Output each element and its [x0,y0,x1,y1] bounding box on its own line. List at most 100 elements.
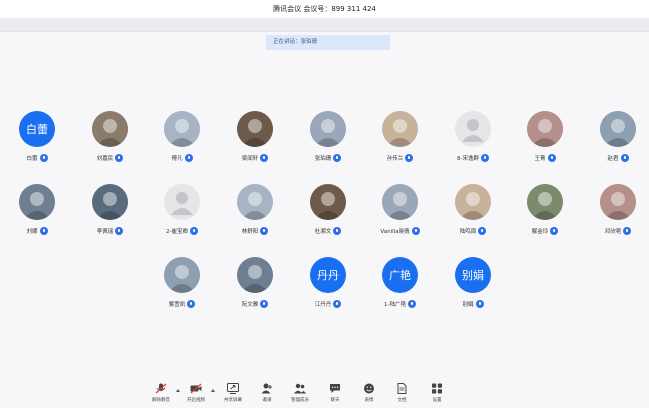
chat-button[interactable]: 聊天 [318,383,352,407]
participant-avatar: 别娟 [455,257,491,293]
participant-name-row: 别娟 [436,299,510,309]
participant-tile[interactable]: 陆鸣周 [436,184,510,244]
mic-status-icon [260,227,269,235]
participant-tile[interactable]: 刘嘉民 [73,111,147,171]
chat-label: 聊天 [330,398,340,403]
participant-tile[interactable]: 8-宋逸群 [436,111,510,171]
participant-name: 刘嘉民 [96,156,114,162]
participant-tile[interactable]: 别娟 别娟 [436,257,510,317]
mic-status-icon [405,154,414,162]
participant-tile[interactable]: 杜湘文 [291,184,365,244]
participant-avatar [164,184,200,220]
share-screen-button[interactable]: 共享屏幕 [216,383,250,407]
mic-status-icon [115,227,124,235]
participant-name-row: 阮文雅 [218,299,292,309]
participant-name-row: Vanilla晓倩 [363,226,437,236]
participant-tile[interactable]: 王菁 [508,111,582,171]
participant-avatar [382,111,418,147]
participant-name: 林舒阳 [241,229,259,235]
participant-avatar [382,184,418,220]
participant-name-row: 白蕾 [0,153,74,163]
document-button[interactable]: 文档 [385,383,419,407]
participant-tile[interactable]: 林舒阳 [218,184,292,244]
participant-tile[interactable]: 阮文雅 [218,257,292,317]
participant-tile[interactable]: 赵君 [581,111,649,171]
mic-status-icon [333,227,342,235]
participant-name: 江丹丹 [314,302,332,308]
participant-name-row: 林舒阳 [218,226,292,236]
participant-name-row: 刘娜 [0,226,74,236]
participant-name-row: 1-陆广艳 [363,299,437,309]
participant-tile[interactable]: 邓欣艳 [581,184,649,244]
participant-tile[interactable]: 丹丹江丹丹 [291,257,365,317]
invite-button[interactable]: 邀请 [250,383,284,407]
mic-status-icon [260,300,269,308]
participant-name: 孙传兰 [386,156,404,162]
mic-status-icon [550,227,559,235]
mic-status-icon [115,154,124,162]
mic-status-icon [411,227,420,235]
participant-tile[interactable]: 白蕾 白蕾 [0,111,74,171]
mic-status-icon [189,227,198,235]
mic-status-icon [333,300,342,308]
meeting-toolbar: 解除静音 开启视频 共享屏幕 邀请 管理成员 聊天 表情 文档 设置 [0,380,649,408]
participant-avatar [600,111,636,147]
members-icon [294,383,306,394]
participant-name-row: 8-宋逸群 [436,153,510,163]
participant-avatar: 广艳 [382,257,418,293]
mic-muted-icon [155,383,167,394]
emoji-label: 表情 [364,398,374,403]
document-label: 文档 [397,398,407,403]
participant-name-row: 孙传兰 [363,153,437,163]
participant-name: Vanilla晓倩 [380,229,410,235]
participant-avatar [92,184,128,220]
participant-tile[interactable]: 广艳 1-陆广艳 [363,257,437,317]
unmute-button[interactable]: 解除静音 [144,383,178,407]
mic-status-icon [39,227,48,235]
participant-avatar: 丹丹 [310,257,346,293]
participant-name: 1-陆广艳 [384,302,406,308]
document-icon [397,383,407,394]
emoji-button[interactable]: 表情 [352,383,386,407]
participant-avatar [600,184,636,220]
participant-name-row: 傅凡 [145,153,219,163]
participant-tile[interactable]: 傅凡 [145,111,219,171]
participant-name-row: 陆鸣周 [436,226,510,236]
start-video-button[interactable]: 开启视频 [179,383,213,407]
participant-tile[interactable]: 张珀珊 [291,111,365,171]
participant-name: 阮文雅 [241,302,259,308]
participant-tile[interactable]: 梁闻轩 [218,111,292,171]
participant-name: 2-崔宝卿 [166,229,188,235]
participant-name-row: 紫萱凯 [145,299,219,309]
participant-avatar [92,111,128,147]
participant-name: 杜湘文 [314,229,332,235]
mic-status-icon [478,227,487,235]
camera-off-icon [190,383,202,394]
participant-tile[interactable]: 刘娜 [0,184,74,244]
participant-name-row: 赵君 [581,153,649,163]
participant-tile[interactable]: 李佩瑶 [73,184,147,244]
video-options-caret[interactable] [211,389,215,392]
participant-name: 张珀珊 [314,156,332,162]
manage-members-button[interactable]: 管理成员 [283,383,317,407]
participant-tile[interactable]: 解金玲 [508,184,582,244]
participant-name: 邓欣艳 [604,229,622,235]
participant-name: 王菁 [534,156,546,162]
participant-name-row: 解金玲 [508,226,582,236]
tab-bar [0,18,649,32]
mic-status-icon [187,300,196,308]
settings-button[interactable]: 设置 [420,383,454,407]
participant-name: 紫萱凯 [168,302,186,308]
mic-status-icon [260,154,269,162]
participant-tile[interactable]: 紫萱凯 [145,257,219,317]
participant-name: 梁闻轩 [241,156,259,162]
participant-avatar: 白蕾 [19,111,55,147]
participant-tile[interactable]: 孙传兰 [363,111,437,171]
share-screen-icon [227,383,239,394]
participant-name-row: 梁闻轩 [218,153,292,163]
participant-name-row: 邓欣艳 [581,226,649,236]
participant-tile[interactable]: Vanilla晓倩 [363,184,437,244]
participant-tile[interactable]: 2-崔宝卿 [145,184,219,244]
participant-name: 刘娜 [26,229,38,235]
participant-avatar [310,184,346,220]
